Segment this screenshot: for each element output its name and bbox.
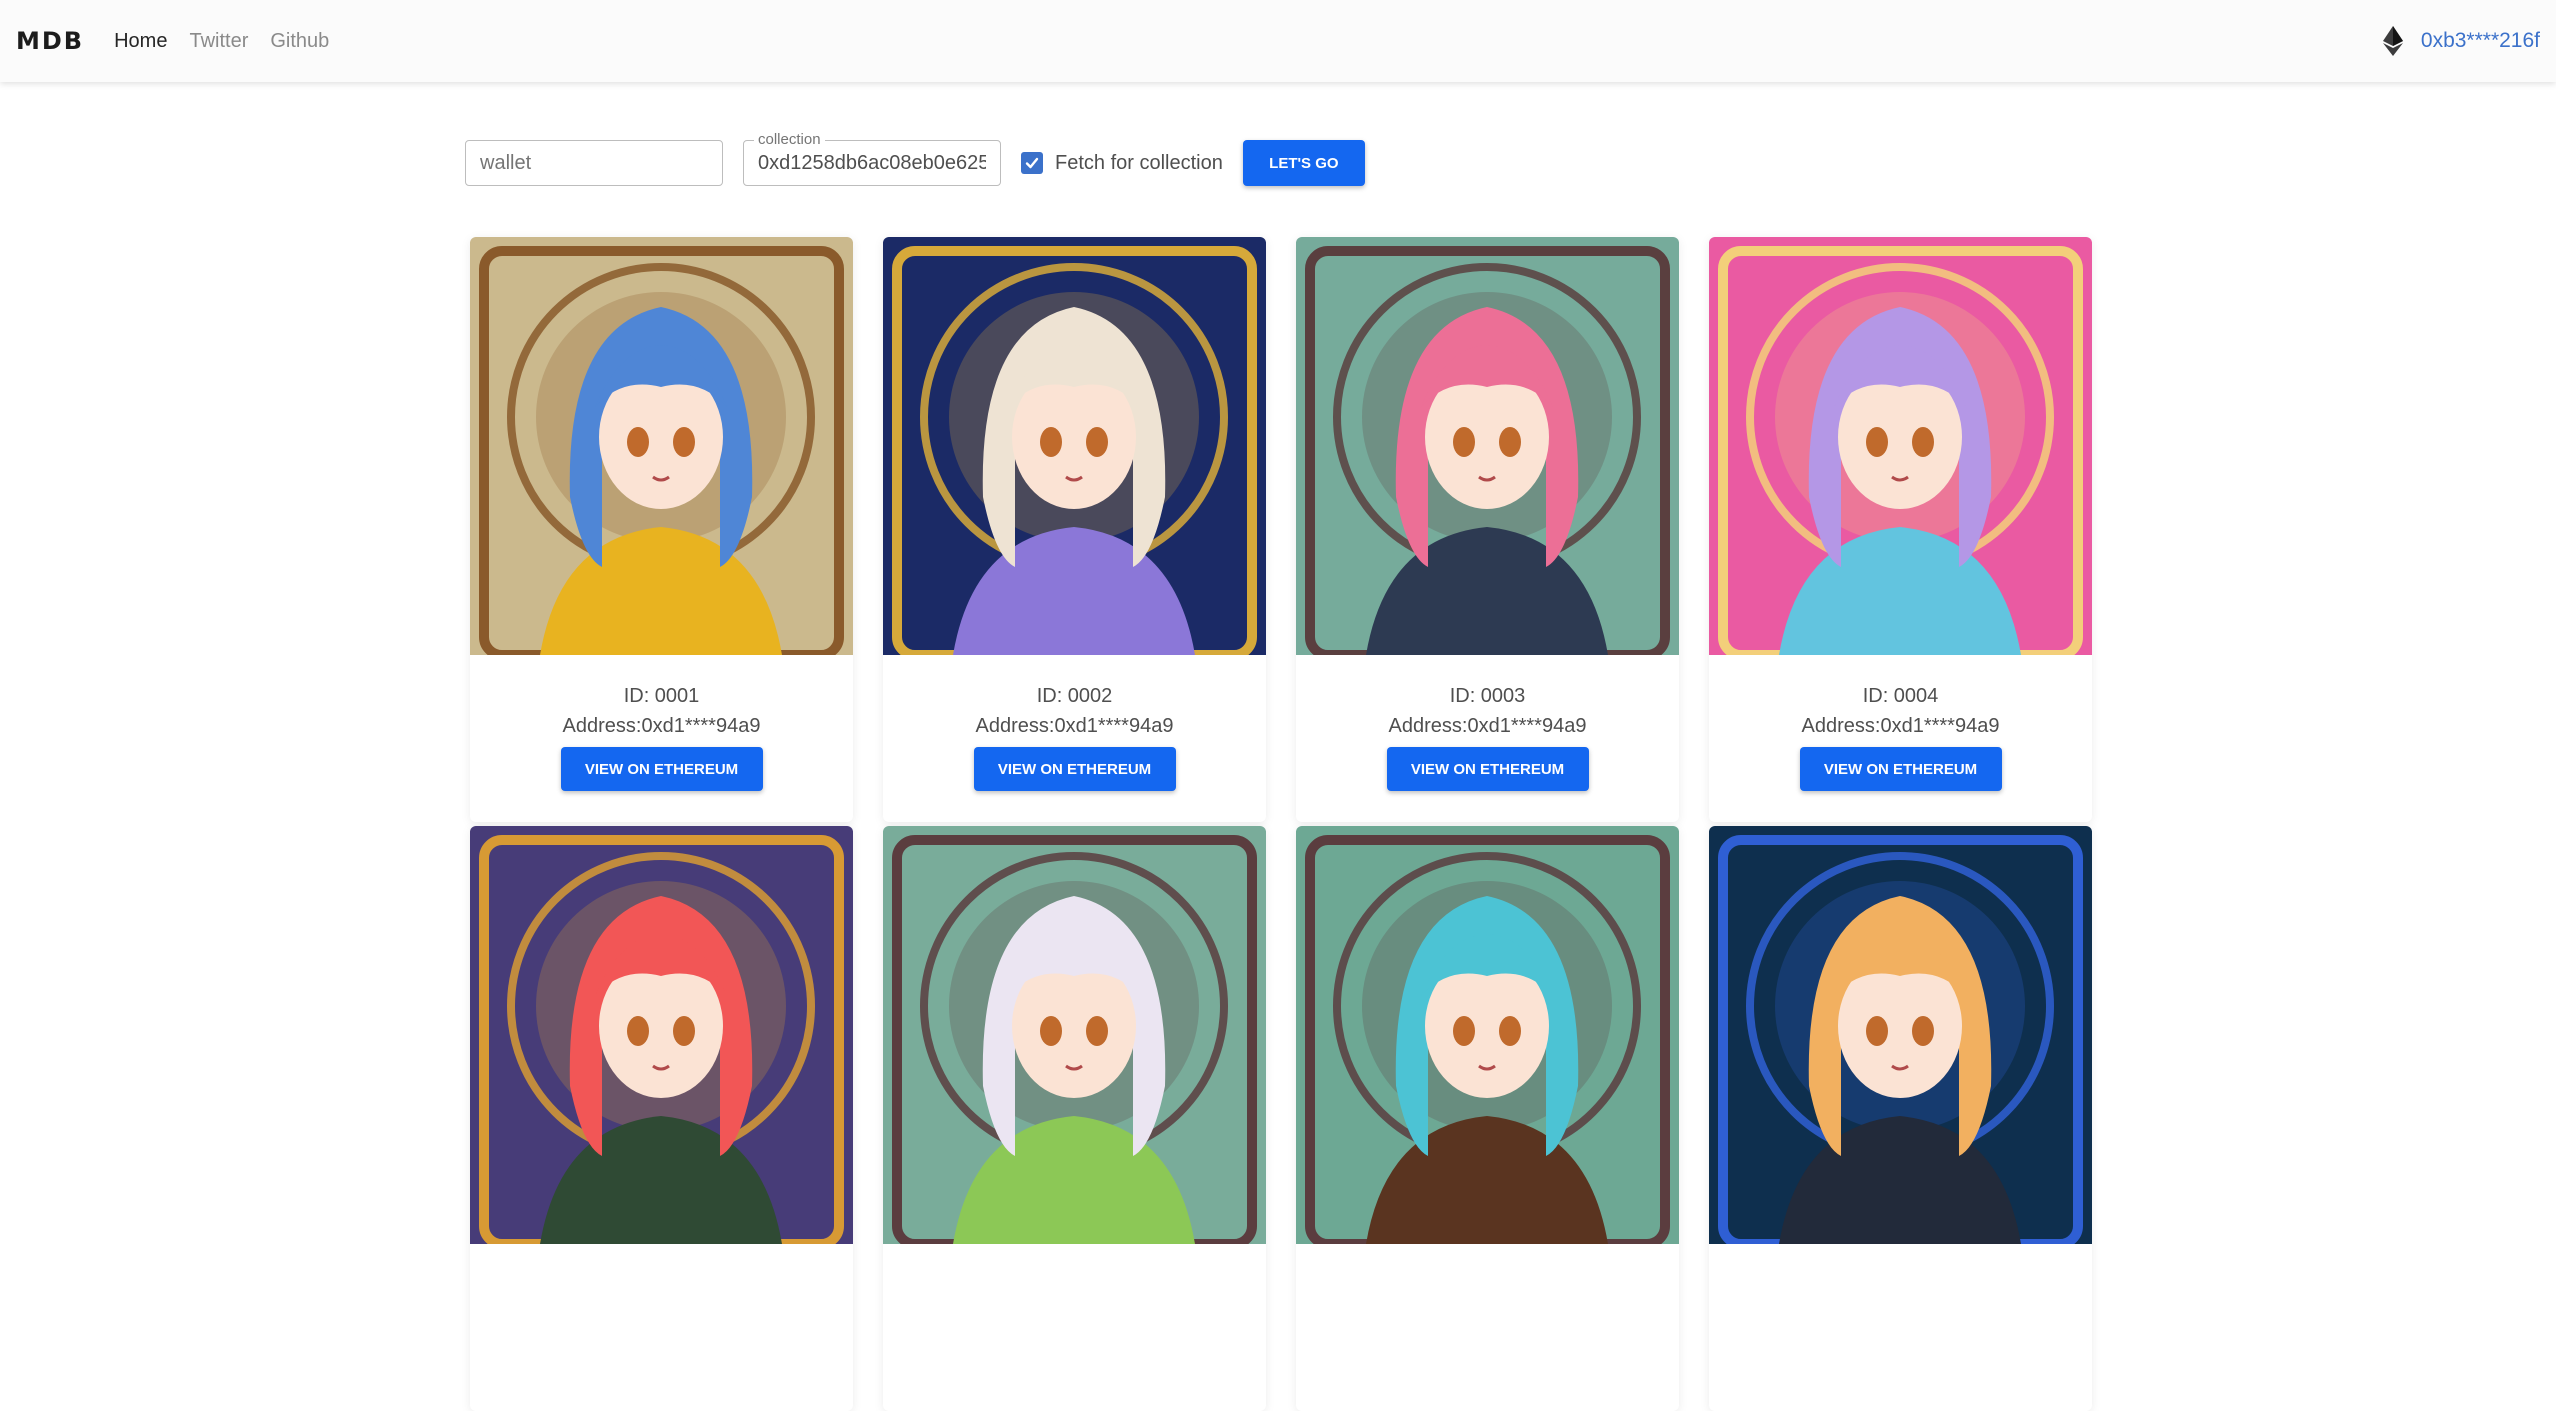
- nft-card-body: [1709, 1244, 2092, 1336]
- nft-artwork: [1296, 237, 1679, 655]
- nft-artwork: [883, 237, 1266, 655]
- nft-card: [883, 826, 1266, 1411]
- nft-image[interactable]: [883, 826, 1266, 1244]
- fetch-collection-checkbox[interactable]: [1021, 152, 1043, 174]
- nft-card-body: [1296, 1244, 1679, 1336]
- nav-link-twitter[interactable]: Twitter: [189, 30, 248, 53]
- nft-artwork: [883, 826, 1266, 1244]
- checkmark-icon: [1025, 157, 1039, 169]
- nft-id: ID: 0004: [1862, 685, 1939, 707]
- nft-artwork: [1296, 826, 1679, 1244]
- nft-card: [470, 826, 853, 1411]
- nft-image[interactable]: [1296, 826, 1679, 1244]
- nft-address: [1296, 1304, 1679, 1336]
- nft-address: [883, 1304, 1266, 1336]
- nft-address: Address:0xd1****94a9: [1388, 715, 1587, 737]
- nft-card: ID: 0002 Address:0xd1****94a9 VIEW ON ET…: [883, 237, 1266, 822]
- nft-grid: ID: 0001 Address:0xd1****94a9 VIEW ON ET…: [470, 237, 2092, 1411]
- nft-address: Address:0xd1****94a9: [562, 715, 761, 737]
- fetch-collection-toggle[interactable]: Fetch for collection: [1021, 152, 1223, 175]
- nft-card: ID: 0001 Address:0xd1****94a9 VIEW ON ET…: [470, 237, 853, 822]
- nft-address: [470, 1304, 853, 1336]
- nft-address: Address:0xd1****94a9: [975, 715, 1174, 737]
- wallet-field[interactable]: [465, 140, 723, 186]
- nft-id: ID: 0002: [1036, 685, 1113, 707]
- nft-card: [1296, 826, 1679, 1411]
- nft-card: ID: 0003 Address:0xd1****94a9 VIEW ON ET…: [1296, 237, 1679, 822]
- wallet-input[interactable]: [466, 141, 722, 185]
- nft-artwork: [470, 237, 853, 655]
- view-on-ethereum-button[interactable]: VIEW ON ETHEREUM: [1799, 747, 2002, 791]
- view-on-ethereum-button[interactable]: VIEW ON ETHEREUM: [973, 747, 1176, 791]
- wallet-indicator[interactable]: 0xb3****216f: [2382, 26, 2540, 56]
- ethereum-icon: [2382, 26, 2403, 56]
- nft-id: [1709, 1274, 2092, 1304]
- nft-image[interactable]: [1709, 826, 2092, 1244]
- top-navbar: MDB Home Twitter Github 0xb3****216f: [0, 0, 2556, 82]
- nft-image[interactable]: [1709, 237, 2092, 655]
- nft-card-body: ID: 0004 Address:0xd1****94a9 VIEW ON ET…: [1709, 655, 2092, 791]
- nav-link-home[interactable]: Home: [114, 30, 167, 53]
- fetch-collection-label: Fetch for collection: [1055, 151, 1223, 174]
- nft-card-body: ID: 0002 Address:0xd1****94a9 VIEW ON ET…: [883, 655, 1266, 791]
- wallet-address[interactable]: 0xb3****216f: [2421, 29, 2540, 53]
- collection-field-label: collection: [754, 131, 825, 148]
- nft-address: Address:0xd1****94a9: [1801, 715, 2000, 737]
- view-on-ethereum-button[interactable]: VIEW ON ETHEREUM: [1386, 747, 1589, 791]
- nft-id: [883, 1274, 1266, 1304]
- nft-artwork: [1709, 826, 2092, 1244]
- nft-card-body: ID: 0001 Address:0xd1****94a9 VIEW ON ET…: [470, 655, 853, 791]
- lets-go-button[interactable]: LET'S GO: [1242, 140, 1365, 186]
- search-controls: collection Fetch for collection LET'S GO: [465, 131, 1365, 186]
- nft-card-body: [883, 1244, 1266, 1336]
- nft-id: [470, 1274, 853, 1304]
- nft-artwork: [1709, 237, 2092, 655]
- nft-address: [1709, 1304, 2092, 1336]
- nft-image[interactable]: [1296, 237, 1679, 655]
- nft-image[interactable]: [470, 826, 853, 1244]
- nav-link-github[interactable]: Github: [270, 30, 329, 53]
- collection-field[interactable]: collection: [743, 131, 1001, 186]
- nft-card: [1709, 826, 2092, 1411]
- nft-card-body: ID: 0003 Address:0xd1****94a9 VIEW ON ET…: [1296, 655, 1679, 791]
- nft-id: ID: 0001: [623, 685, 700, 707]
- brand-logo[interactable]: MDB: [16, 27, 84, 55]
- nft-id: ID: 0003: [1449, 685, 1526, 707]
- nft-image[interactable]: [883, 237, 1266, 655]
- nft-card-body: [470, 1244, 853, 1336]
- nft-artwork: [470, 826, 853, 1244]
- nft-card: ID: 0004 Address:0xd1****94a9 VIEW ON ET…: [1709, 237, 2092, 822]
- view-on-ethereum-button[interactable]: VIEW ON ETHEREUM: [560, 747, 763, 791]
- nft-id: [1296, 1274, 1679, 1304]
- nft-image[interactable]: [470, 237, 853, 655]
